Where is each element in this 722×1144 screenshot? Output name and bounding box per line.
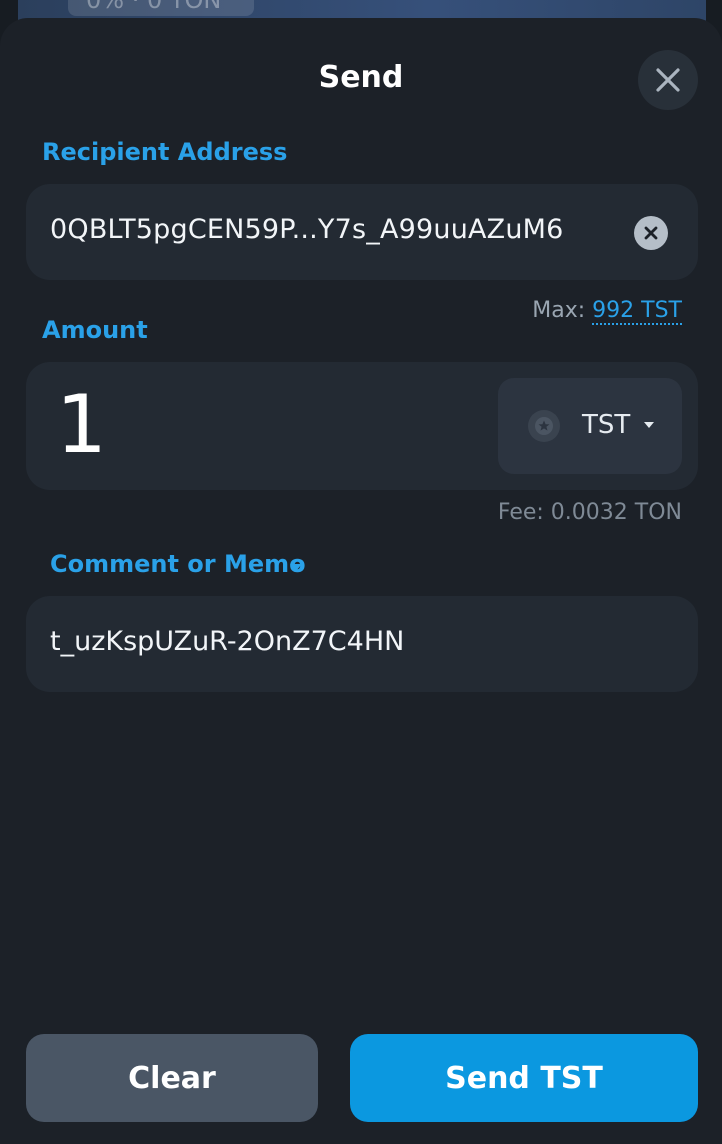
close-icon [656, 68, 680, 92]
token-selector[interactable]: TST [498, 378, 682, 474]
amount-input[interactable]: 1 [56, 378, 107, 471]
comment-chevron-down-icon[interactable] [290, 564, 302, 571]
close-button[interactable] [638, 50, 698, 110]
background-balance-chip: 0% · 0 TON [68, 0, 254, 16]
comment-input[interactable]: t_uzKspUZuR-2OnZ7C4HN [50, 626, 404, 657]
recipient-address-value[interactable]: 0QBLT5pgCEN59P...Y7s_A99uuAZuM6 [50, 214, 564, 245]
token-star-icon [528, 410, 560, 442]
recipient-label: Recipient Address [42, 138, 288, 166]
sheet-title: Send [318, 60, 404, 95]
send-sheet: Send Recipient Address 0QBLT5pgCEN59P...… [0, 18, 722, 1144]
chevron-down-icon [644, 422, 654, 428]
max-amount-row: Max: 992 TST [532, 298, 682, 325]
comment-field[interactable]: t_uzKspUZuR-2OnZ7C4HN [26, 596, 698, 692]
clear-address-button[interactable] [634, 216, 668, 250]
recipient-address-field[interactable]: 0QBLT5pgCEN59P...Y7s_A99uuAZuM6 [26, 184, 698, 280]
fee-text: Fee: 0.0032 TON [497, 500, 682, 525]
send-button[interactable]: Send TST [350, 1034, 698, 1122]
clear-button[interactable]: Clear [26, 1034, 318, 1122]
comment-toggle[interactable]: Comment or Memo [50, 550, 306, 578]
amount-field[interactable]: 1 TST [26, 362, 698, 490]
token-symbol: TST [582, 410, 631, 440]
max-amount-link[interactable]: 992 TST [592, 298, 682, 325]
max-prefix: Max: [532, 298, 593, 323]
amount-label: Amount [42, 316, 148, 344]
clear-circle-icon [644, 226, 658, 240]
